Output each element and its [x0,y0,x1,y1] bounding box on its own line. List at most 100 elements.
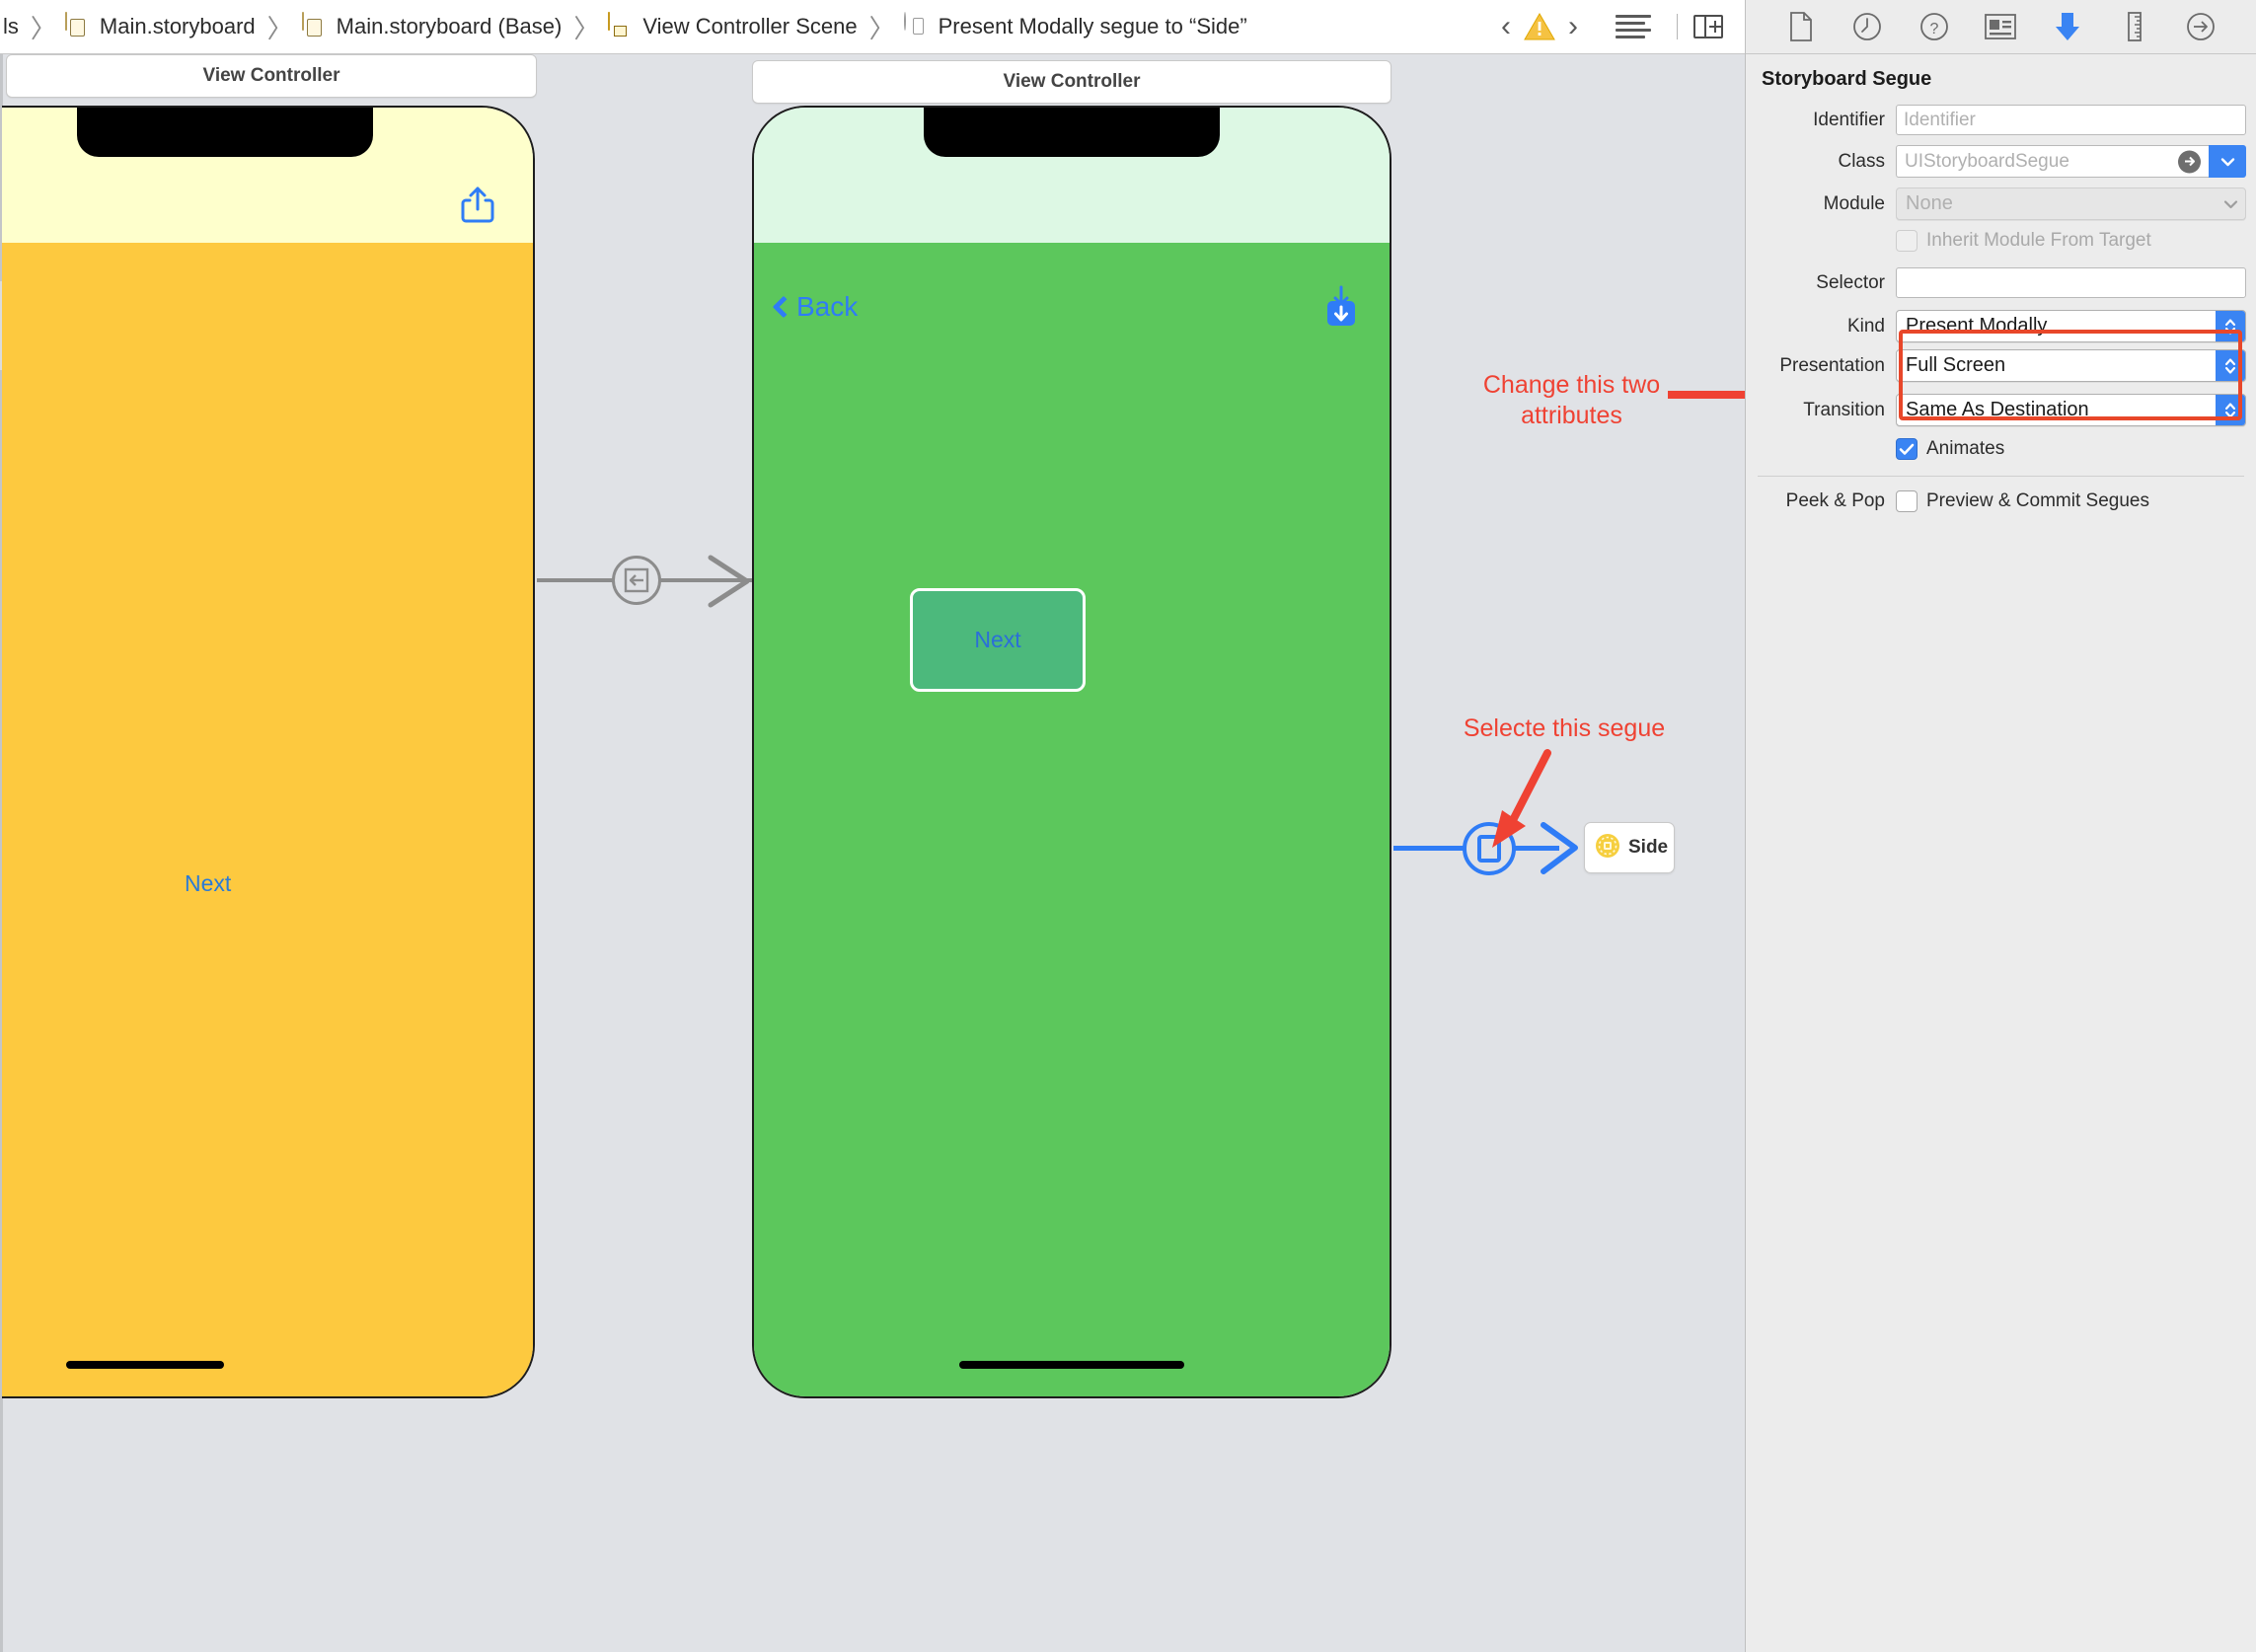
scene2-device-frame[interactable]: Back Next [752,106,1391,1398]
animates-checkbox[interactable] [1896,438,1918,460]
toolbar-divider [1677,14,1678,39]
breadcrumb-separator: 〉 [266,13,293,43]
storyboard-canvas[interactable]: View Controller Next View Controller Bac… [0,54,1745,1652]
scene2-next-button[interactable]: Next [910,588,1086,692]
select-segue-note-text: Selecte this segue [1463,714,1666,742]
breadcrumb-item-storyboard[interactable]: Main.storyboard [64,0,259,53]
arrow-in-circle-icon[interactable] [2179,8,2222,45]
inherit-module-checkbox[interactable] [1896,230,1918,252]
share-icon[interactable] [460,185,495,229]
scene2-home-indicator [959,1361,1184,1369]
ruler-icon[interactable] [2113,8,2156,45]
kind-label: Kind [1846,315,1885,337]
breadcrumb-item-segue[interactable]: Present Modally segue to “Side” [903,0,1250,53]
scene1-title[interactable]: View Controller [6,54,537,98]
navigate-forward-button[interactable]: › [1556,7,1590,46]
down-arrow-slider-icon[interactable] [2046,8,2089,45]
inherit-module-row: Inherit Module From Target [1746,230,2256,252]
module-select[interactable]: None [1896,188,2246,220]
class-input[interactable]: UIStoryboardSegue [1896,145,2209,178]
destination-badge-side[interactable]: Side [1584,822,1675,873]
breadcrumb: ls 〉 Main.storyboard 〉 Main.storyboard (… [0,0,1489,53]
class-row: Class UIStoryboardSegue [1746,145,2256,178]
breadcrumb-item-label: View Controller Scene [642,14,858,38]
breadcrumb-item-ls[interactable]: ls [0,0,22,53]
navigate-back-button[interactable]: ‹ [1489,7,1523,46]
kind-value: Present Modally [1906,315,2048,337]
change-attributes-arrow [1668,391,1745,399]
select-segue-note: Selecte this segue [1436,713,1692,744]
selector-input[interactable] [1896,267,2246,298]
kind-select[interactable]: Present Modally [1896,310,2246,342]
scene1-device-frame[interactable]: Next [2,106,535,1398]
storyboard-file-icon [64,12,89,40]
download-icon[interactable] [1322,285,1360,334]
scene2-content-view [754,243,1390,1396]
scene2-next-label: Next [974,627,1021,652]
presentation-value: Full Screen [1906,354,2006,376]
warning-triangle-icon[interactable] [1523,10,1556,43]
segue-icon [903,12,928,40]
module-label: Module [1823,192,1885,214]
presentation-select[interactable]: Full Screen [1896,349,2246,382]
scene1-next-button[interactable]: Next [185,870,231,897]
scene1-notch [76,108,373,157]
breadcrumb-item-view-controller-scene[interactable]: View Controller Scene [608,0,860,53]
show-segue-icon[interactable] [612,556,661,605]
file-icon[interactable] [1779,8,1823,45]
breadcrumb-bar: ls 〉 Main.storyboard 〉 Main.storyboard (… [0,0,1745,54]
xcode-window: ls 〉 Main.storyboard 〉 Main.storyboard (… [0,0,2256,1652]
breadcrumb-item-label: Present Modally segue to “Side” [938,14,1247,38]
clock-icon[interactable] [1845,8,1889,45]
class-combo[interactable]: UIStoryboardSegue [1896,145,2246,178]
select-segue-arrow [1492,749,1551,848]
inspector-tab-bar: ? [1746,0,2256,54]
breadcrumb-separator: 〉 [573,13,600,43]
class-label: Class [1838,150,1885,172]
chevron-down-icon[interactable] [2216,188,2245,219]
identifier-row: Identifier Identifier [1746,105,2256,135]
breadcrumb-separator: 〉 [30,13,56,43]
inspector-panel: ? Storyboard Segue Identifier Identifier… [1745,0,2256,1652]
transition-label: Transition [1803,399,1885,420]
presentation-row: Presentation Full Screen [1746,349,2256,382]
presentation-label: Presentation [1779,354,1885,376]
scene2-title[interactable]: View Controller [752,60,1391,104]
scene1-content-view [2,243,533,1396]
document-outline-icon[interactable] [1616,7,1661,46]
chevron-left-icon [772,295,795,319]
breadcrumb-item-label: Main.storyboard (Base) [336,14,563,38]
change-attributes-note: Change this two attributes [1451,370,1692,432]
identifier-input[interactable]: Identifier [1896,105,2246,135]
view-controller-scene-icon [608,12,632,40]
selector-row: Selector [1746,267,2256,298]
peek-pop-row: Peek & Pop Preview & Commit Segues [1746,490,2256,512]
identifier-label: Identifier [1813,109,1885,130]
preview-commit-checkbox[interactable] [1896,490,1918,512]
breadcrumb-item-storyboard-base[interactable]: Main.storyboard (Base) [301,0,565,53]
kind-stepper-icon[interactable] [2216,311,2245,341]
destination-badge-label: Side [1628,837,1669,858]
inspector-divider [1758,476,2244,477]
breadcrumb-item-label: ls [3,14,19,38]
change-attributes-note-line1: Change this two [1482,371,1661,399]
inherit-module-label: Inherit Module From Target [1926,230,2151,251]
breadcrumb-item-label: Main.storyboard [99,14,256,38]
storyboard-base-file-icon [301,12,326,40]
peek-pop-label: Peek & Pop [1785,490,1885,511]
class-dropdown-button[interactable] [2209,145,2246,178]
question-mark-icon[interactable]: ? [1913,8,1956,45]
change-attributes-note-line2: attributes [1521,402,1622,430]
toggle-inspector-icon[interactable] [1693,15,1723,38]
presentation-stepper-icon[interactable] [2216,350,2245,381]
jump-to-class-icon[interactable] [2178,150,2201,173]
kind-row: Kind Present Modally [1746,310,2256,342]
animates-row: Animates [1746,438,2256,460]
breadcrumb-separator: 〉 [868,13,895,43]
transition-select[interactable]: Same As Destination [1896,394,2246,426]
id-card-icon[interactable] [1979,8,2022,45]
transition-stepper-icon[interactable] [2216,395,2245,425]
scene2-notch [924,108,1220,157]
scene2-back-button[interactable]: Back [772,291,858,323]
animates-label: Animates [1926,438,2005,459]
